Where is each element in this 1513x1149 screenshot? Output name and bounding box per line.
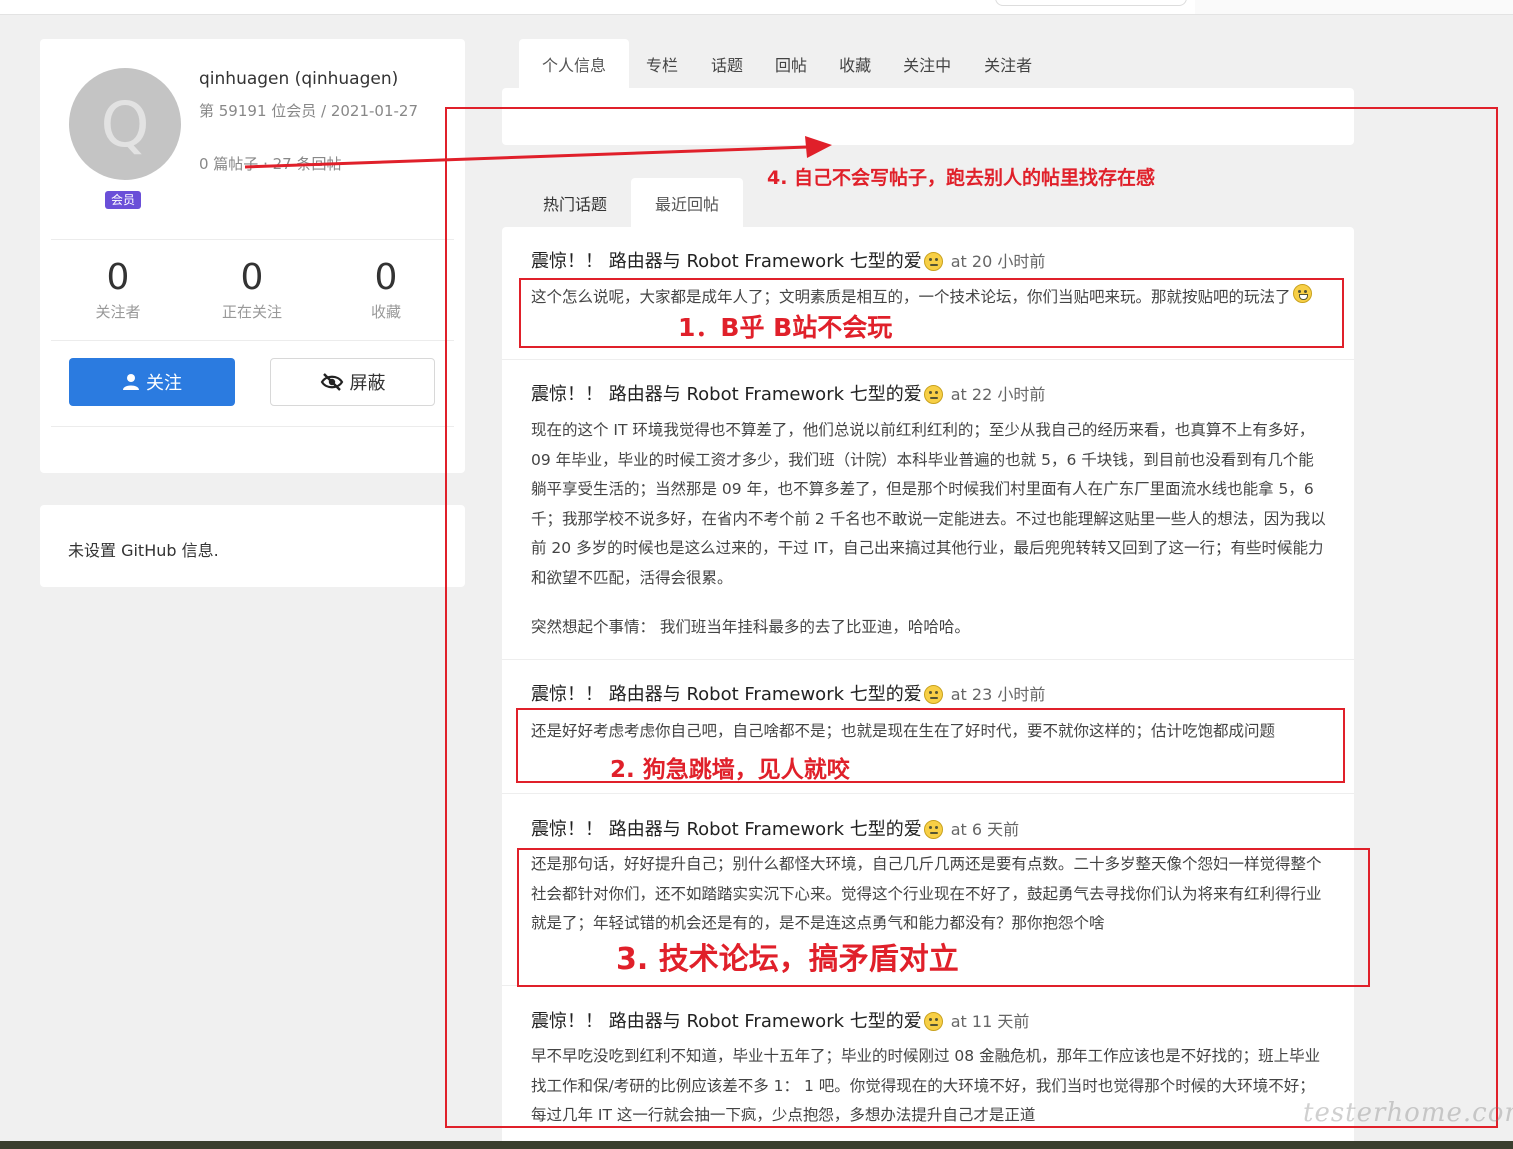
annotation-arrow <box>244 136 832 169</box>
watermark: testerhome.com <box>1303 1098 1513 1128</box>
